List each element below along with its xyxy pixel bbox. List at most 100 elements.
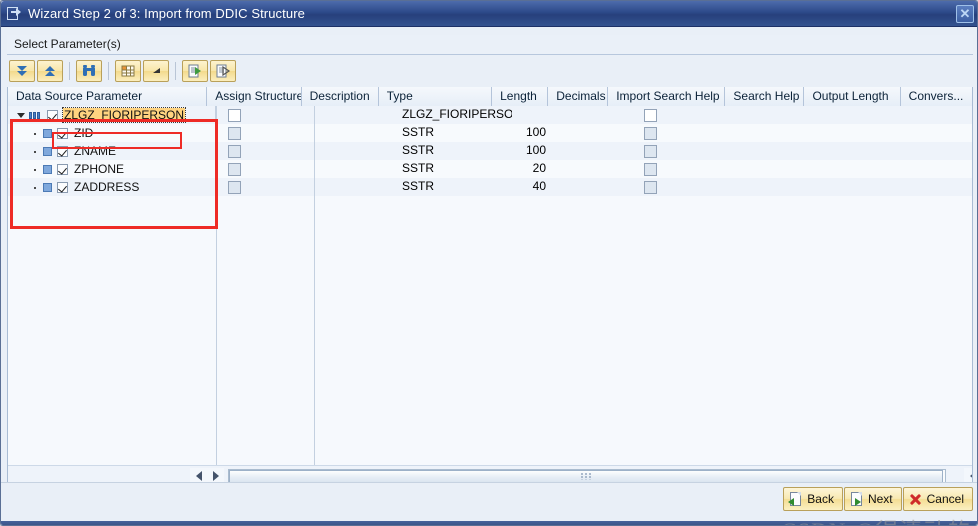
table-row[interactable]: ZADDRESS SSTR 40 (8, 178, 972, 196)
next-button[interactable]: Next (843, 487, 902, 511)
search-help-cell (754, 142, 836, 160)
table-row[interactable]: ZNAME SSTR 100 (8, 142, 972, 160)
wizard-dialog: Wizard Step 2 of 3: Import from DDIC Str… (0, 0, 978, 526)
column-header[interactable]: Import Search Help (608, 87, 726, 106)
assign-structure-cell[interactable] (216, 106, 314, 124)
find-button[interactable] (76, 60, 102, 82)
import-search-help-cell[interactable] (632, 142, 754, 160)
row-select-checkbox[interactable] (57, 163, 68, 175)
table-row[interactable]: ZPHONE SSTR 20 (8, 160, 972, 178)
assign-structure-checkbox[interactable] (228, 180, 241, 194)
assign-structure-cell[interactable] (216, 160, 314, 178)
length-cell (512, 106, 570, 124)
export-button[interactable] (210, 60, 236, 82)
assign-structure-checkbox[interactable] (228, 126, 241, 140)
column-header[interactable]: Convers... (900, 87, 972, 106)
layout-dropdown-button[interactable] (143, 60, 169, 82)
column-separator (216, 106, 217, 466)
doc-right-arrow-icon (849, 491, 863, 507)
import-search-help-cell[interactable] (632, 106, 754, 124)
section-title: Select Parameter(s) (7, 35, 973, 55)
table-row[interactable]: ZLGZ_FIORIPERSON ZLGZ_FIORIPERSON (8, 106, 972, 124)
column-header[interactable]: Type (378, 87, 493, 106)
grid-rows-area: ZLGZ_FIORIPERSON ZLGZ_FIORIPERSON ZID SSTR 1… (8, 106, 972, 466)
decimals-cell (570, 106, 632, 124)
tree-node[interactable]: ZPHONE (8, 160, 216, 178)
assign-structure-cell[interactable] (216, 124, 314, 142)
assign-structure-checkbox[interactable] (228, 108, 241, 122)
import-search-help-cell[interactable] (632, 178, 754, 196)
tree-node-label[interactable]: ZPHONE (73, 162, 125, 176)
red-x-icon (908, 492, 922, 507)
back-button[interactable]: Back (783, 487, 843, 511)
import-search-help-cell[interactable] (632, 160, 754, 178)
tree-node[interactable]: ZADDRESS (8, 178, 216, 196)
column-header[interactable]: Assign Structure (207, 87, 302, 106)
column-header[interactable]: Decimals (548, 87, 609, 106)
column-header[interactable]: Data Source Parameter (8, 87, 208, 106)
tree-node-label[interactable]: ZNAME (73, 144, 117, 158)
type-cell: SSTR (402, 143, 435, 157)
expand-all-button[interactable] (9, 60, 35, 82)
conversion-cell (936, 142, 972, 160)
conversion-cell (936, 178, 972, 196)
tree-node[interactable]: ZNAME (8, 142, 216, 160)
assign-structure-cell[interactable] (216, 178, 314, 196)
tree-node-label[interactable]: ZADDRESS (73, 180, 140, 194)
tree-node[interactable]: ZLGZ_FIORIPERSON (8, 106, 216, 124)
column-header[interactable]: Search Help (725, 87, 805, 106)
field-leaf-icon (43, 128, 52, 138)
search-help-cell (754, 124, 836, 142)
toolbar-separator (108, 62, 109, 80)
import-search-help-checkbox[interactable] (644, 144, 657, 158)
chevron-down-icon[interactable] (16, 110, 27, 121)
assign-structure-checkbox[interactable] (228, 162, 241, 176)
cancel-button-label: Cancel (926, 492, 964, 506)
grid-toolbar (9, 57, 973, 85)
description-cell (314, 178, 394, 196)
field-leaf-icon (43, 182, 52, 192)
decimals-cell (570, 124, 632, 142)
conversion-cell (936, 160, 972, 178)
import-search-help-checkbox[interactable] (644, 180, 657, 194)
output-length-cell (836, 178, 936, 196)
structure-root-icon (29, 111, 43, 120)
column-header[interactable]: Length (492, 87, 549, 106)
tree-node[interactable]: ZID (8, 124, 216, 142)
type-cell: ZLGZ_FIORIPERSON (402, 107, 512, 121)
cancel-button[interactable]: Cancel (902, 487, 973, 511)
assign-structure-checkbox[interactable] (228, 144, 241, 158)
import-search-help-checkbox[interactable] (644, 108, 657, 122)
decimals-cell (570, 178, 632, 196)
type-cell: SSTR (402, 161, 435, 175)
column-header[interactable]: Description (301, 87, 379, 106)
import-button[interactable] (182, 60, 208, 82)
tree-node-label[interactable]: ZLGZ_FIORIPERSON (61, 107, 187, 123)
output-length-cell (836, 160, 936, 178)
row-select-checkbox[interactable] (57, 127, 68, 139)
next-button-label: Next (867, 492, 893, 506)
scroll-thumb[interactable] (229, 469, 943, 483)
table-row[interactable]: ZID SSTR 100 (8, 124, 972, 142)
collapse-all-button[interactable] (37, 60, 63, 82)
row-select-checkbox[interactable] (57, 145, 68, 157)
footer-accent-bar (1, 521, 977, 525)
table-layout-button[interactable] (115, 60, 141, 82)
length-cell: 40 (532, 179, 546, 193)
import-search-help-checkbox[interactable] (644, 126, 657, 140)
column-header[interactable]: Output Length (804, 87, 901, 106)
output-length-cell (836, 142, 936, 160)
row-select-checkbox[interactable] (47, 109, 58, 121)
row-select-checkbox[interactable] (57, 181, 68, 193)
decimals-cell (570, 142, 632, 160)
parameter-grid: Data Source Parameter Assign Structure Des… (7, 87, 973, 487)
assign-structure-cell[interactable] (216, 142, 314, 160)
tree-node-label[interactable]: ZID (73, 126, 94, 140)
description-cell (314, 124, 394, 142)
close-icon[interactable]: ✕ (956, 5, 974, 23)
conversion-cell (936, 124, 972, 142)
import-search-help-checkbox[interactable] (644, 162, 657, 176)
dialog-title: Wizard Step 2 of 3: Import from DDIC Str… (28, 6, 305, 21)
import-search-help-cell[interactable] (632, 124, 754, 142)
column-separator (314, 106, 315, 466)
